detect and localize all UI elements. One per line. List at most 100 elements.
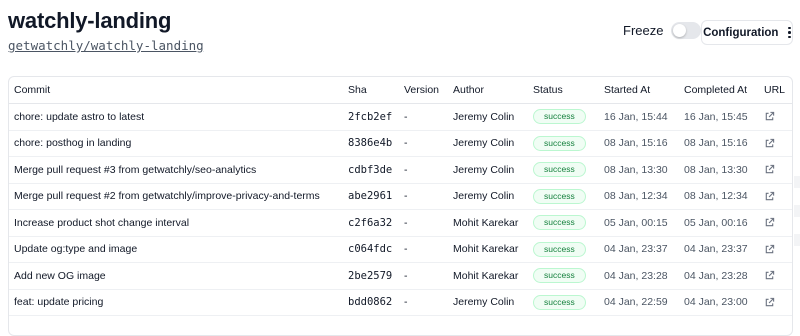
status-cell: success [528,236,599,263]
status-cell [528,316,599,336]
external-link-icon[interactable] [764,244,775,255]
commit-sha: abe2961 [343,183,399,210]
status-badge: success [533,189,586,204]
header-completed-at[interactable]: Completed At [679,77,759,104]
version-value: - [399,104,448,131]
commit-message: chore: posthog in landing [9,130,343,157]
commit-message: Update og:type and image [9,236,343,263]
commit-message: chore: update astro to latest [9,104,343,131]
configuration-label: Configuration [703,27,778,39]
external-link-icon[interactable] [764,164,775,175]
commit-sha: 2be2579 [343,263,399,290]
completed-at: 16 Jan, 15:45 [679,104,759,131]
table-row[interactable]: Increase product shot change interval c2… [9,210,793,237]
url-cell[interactable] [759,236,793,263]
status-cell: success [528,210,599,237]
header-started-at[interactable]: Started At [599,77,679,104]
url-cell[interactable] [759,130,793,157]
external-link-icon[interactable] [764,297,775,308]
external-link-icon[interactable] [764,138,775,149]
started-at [599,316,679,336]
completed-at: 08 Jan, 15:16 [679,130,759,157]
commit-sha: c2f6a32 [343,210,399,237]
status-cell: success [528,157,599,184]
started-at: 16 Jan, 15:44 [599,104,679,131]
url-cell[interactable] [759,210,793,237]
commit-message: Merge pull request #2 from getwatchly/im… [9,183,343,210]
url-cell[interactable] [759,104,793,131]
version-value: - [399,157,448,184]
status-badge: success [533,109,586,124]
started-at: 05 Jan, 00:15 [599,210,679,237]
started-at: 04 Jan, 23:37 [599,236,679,263]
version-value [399,316,448,336]
status-badge: success [533,242,586,257]
deployments-table: Commit Sha Version Author Status Started… [8,76,793,336]
version-value: - [399,236,448,263]
commit-message: Merge pull request #3 from getwatchly/se… [9,157,343,184]
version-value: - [399,263,448,290]
completed-at: 05 Jan, 00:16 [679,210,759,237]
external-link-icon[interactable] [764,270,775,281]
repo-link[interactable]: getwatchly/watchly-landing [8,38,204,53]
header-url[interactable]: URL [759,77,793,104]
commit-message [9,316,343,336]
table-row[interactable]: Update og:type and image c064fdc - Mohit… [9,236,793,263]
freeze-toggle[interactable] [671,22,701,39]
table-row[interactable]: chore: update astro to latest 2fcb2ef - … [9,104,793,131]
freeze-control: Freeze [623,22,701,39]
url-cell[interactable] [759,316,793,336]
started-at: 08 Jan, 13:30 [599,157,679,184]
table-row[interactable] [9,316,793,336]
status-cell: success [528,130,599,157]
url-cell[interactable] [759,157,793,184]
status-cell: success [528,183,599,210]
table-row[interactable]: Merge pull request #3 from getwatchly/se… [9,157,793,184]
table-header-row: Commit Sha Version Author Status Started… [9,77,793,104]
status-cell: success [528,263,599,290]
status-badge: success [533,295,586,310]
commit-sha [343,316,399,336]
toggle-knob [673,24,686,37]
started-at: 08 Jan, 12:34 [599,183,679,210]
url-cell[interactable] [759,183,793,210]
scrollbar[interactable] [794,176,800,260]
completed-at: 08 Jan, 13:30 [679,157,759,184]
header-status[interactable]: Status [528,77,599,104]
header-commit[interactable]: Commit [9,77,343,104]
author-name: Jeremy Colin [448,183,528,210]
status-badge: success [533,136,586,151]
completed-at: 08 Jan, 12:34 [679,183,759,210]
status-badge: success [533,162,586,177]
configuration-button[interactable]: Configuration [701,20,793,45]
header-version[interactable]: Version [399,77,448,104]
external-link-icon[interactable] [764,217,775,228]
author-name: Mohit Karekar [448,263,528,290]
started-at: 04 Jan, 23:28 [599,263,679,290]
commit-sha: cdbf3de [343,157,399,184]
author-name: Jeremy Colin [448,130,528,157]
author-name: Jeremy Colin [448,104,528,131]
table-row[interactable]: Merge pull request #2 from getwatchly/im… [9,183,793,210]
commit-sha: c064fdc [343,236,399,263]
status-cell: success [528,104,599,131]
header-author[interactable]: Author [448,77,528,104]
author-name: Mohit Karekar [448,236,528,263]
external-link-icon[interactable] [764,111,775,122]
author-name: Jeremy Colin [448,157,528,184]
author-name [448,316,528,336]
external-link-icon[interactable] [764,191,775,202]
commit-sha: 8386e4b [343,130,399,157]
table-row[interactable]: Add new OG image 2be2579 - Mohit Karekar… [9,263,793,290]
author-name: Mohit Karekar [448,210,528,237]
commit-message: Add new OG image [9,263,343,290]
header-sha[interactable]: Sha [343,77,399,104]
status-badge: success [533,215,586,230]
freeze-label: Freeze [623,23,663,38]
table-row[interactable]: chore: posthog in landing 8386e4b - Jere… [9,130,793,157]
version-value: - [399,130,448,157]
version-value: - [399,210,448,237]
url-cell[interactable] [759,263,793,290]
version-value: - [399,183,448,210]
completed-at: 04 Jan, 23:37 [679,236,759,263]
